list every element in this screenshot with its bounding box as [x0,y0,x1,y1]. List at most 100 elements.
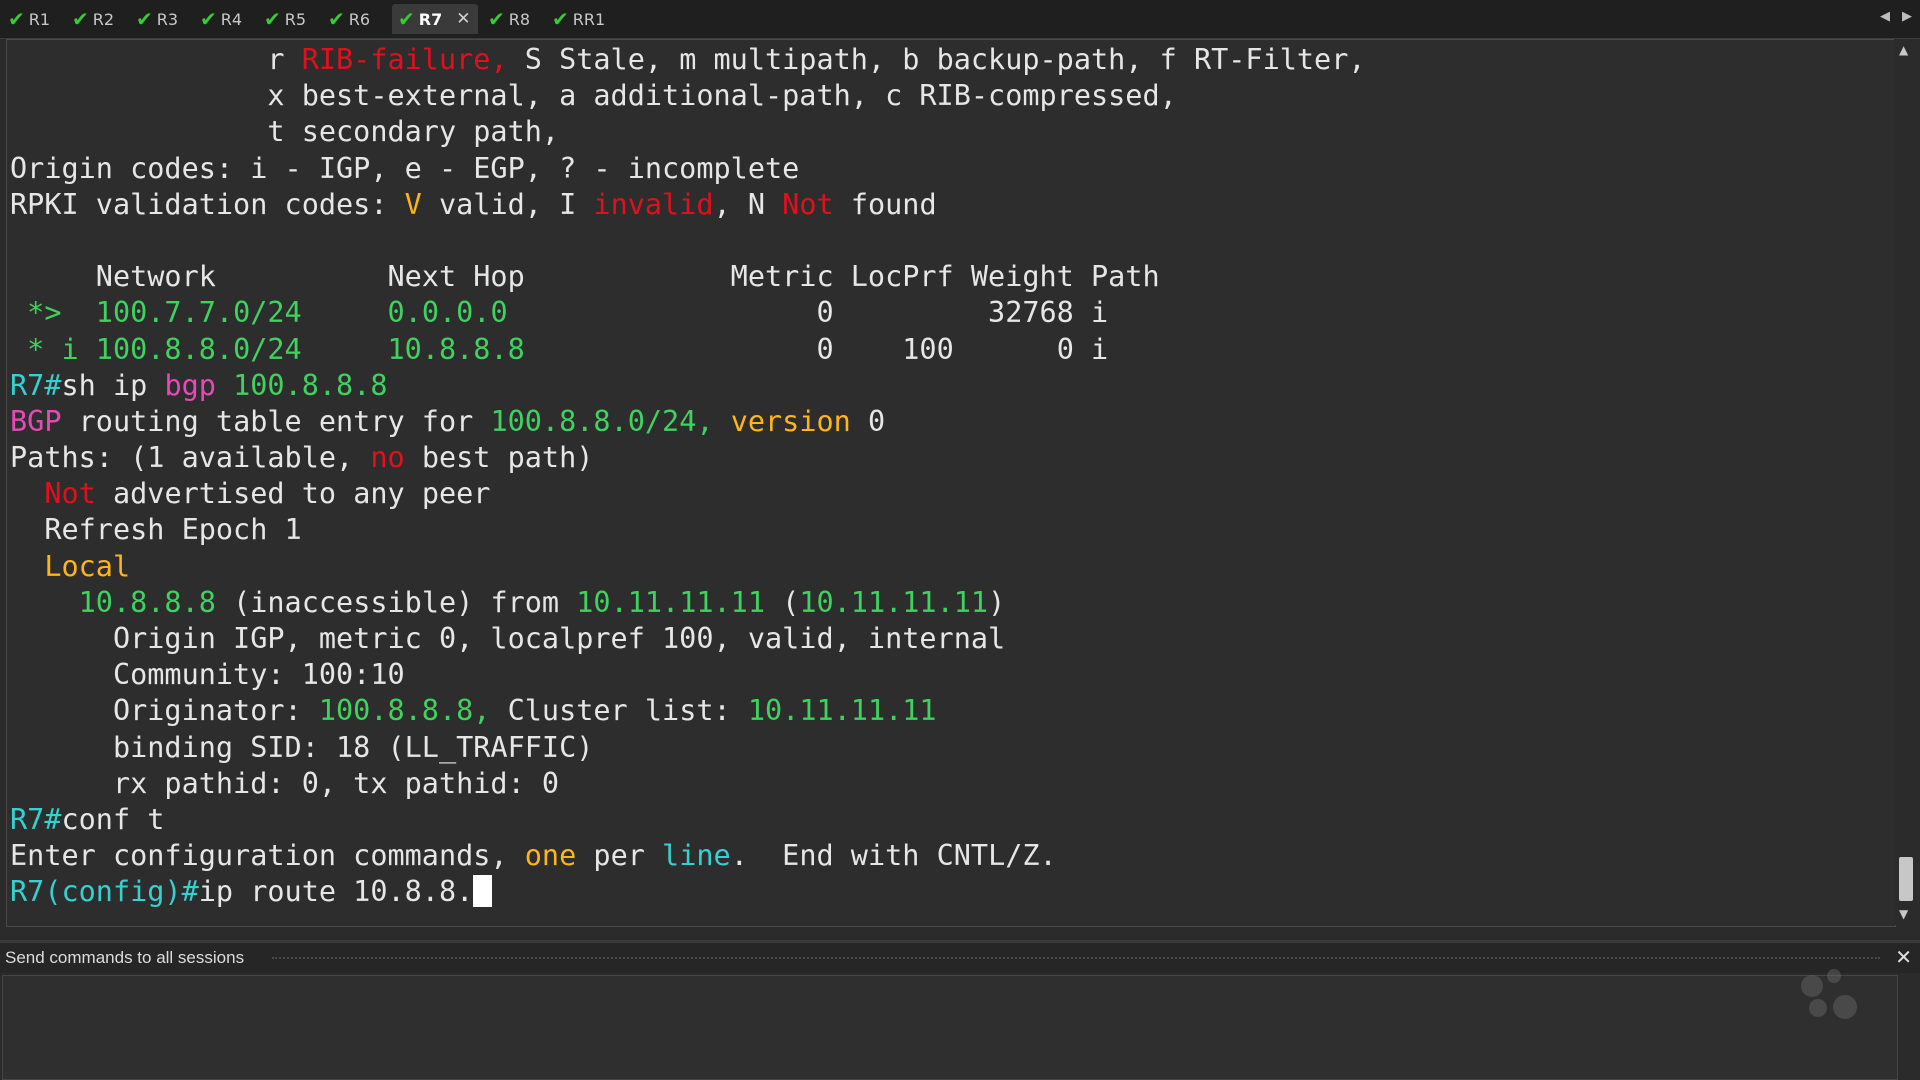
tab-r7[interactable]: ✔ R7 ✕ [392,4,479,34]
terminal-line: rx pathid: 0, tx pathid: 0 [10,766,1366,802]
scroll-down-icon[interactable]: ▼ [1899,907,1908,921]
tab-label: R4 [220,9,243,29]
tab-r2[interactable]: ✔ R2 [72,4,114,34]
terminal-segment: t secondary path, [10,115,560,149]
terminal-line: RPKI validation codes: V valid, I invali… [10,187,1366,223]
terminal-line: Origin IGP, metric 0, localpref 100, val… [10,621,1366,657]
tab-r8[interactable]: ✔ R8 [488,4,530,34]
terminal-text: r RIB-failure, S Stale, m multipath, b b… [10,42,1366,911]
send-commands-input[interactable] [2,975,1898,1080]
terminal-segment: * i [10,332,96,366]
terminal-scrollbar[interactable]: ▲ ▼ [1894,39,1918,925]
watermark-logo [1795,965,1865,1025]
terminal-line: Refresh Epoch 1 [10,512,1366,548]
terminal-segment: 10.11.11.11 [799,585,989,619]
send-commands-title: Send commands to all sessions [5,948,245,967]
terminal-segment [302,333,388,366]
terminal-line: * i 100.8.8.0/24 10.8.8.8 0 100 0 i [10,332,1366,368]
tab-label: R5 [284,9,307,29]
panel-grip[interactable] [272,957,1880,959]
terminal-segment: RIB-failure, [301,43,508,76]
terminal-segment: R7# [10,368,62,402]
terminal-segment: V [404,187,422,221]
terminal-line: r RIB-failure, S Stale, m multipath, b b… [10,42,1365,78]
terminal-segment: Paths: (1 available, [10,441,371,475]
terminal-segment [10,586,79,619]
terminal-segment: , N [713,187,783,221]
terminal-segment: no [370,441,405,475]
terminal-segment: 0.0.0.0 [387,296,508,330]
tab-r3[interactable]: ✔ R3 [136,4,178,34]
terminal-segment: 100.7.7.0/24 [95,296,302,330]
tab-r4[interactable]: ✔ R4 [200,4,242,34]
terminal-line: BGP routing table entry for 100.8.8.0/24… [10,404,1366,440]
scrollbar-thumb[interactable] [1899,857,1913,901]
terminal-segment: ) [988,585,1006,619]
tab-scroll-right-icon[interactable]: ▶ [1902,9,1912,24]
terminal-segment: version [730,404,851,438]
terminal-segment: advertised to any peer [95,477,491,511]
terminal-segment: Local [44,549,131,583]
terminal-segment: per [576,839,663,873]
terminal-segment [216,369,233,402]
check-icon: ✔ [264,7,281,31]
close-icon[interactable]: ✕ [456,9,470,29]
terminal-segment: 100.8.8.8 [233,368,388,402]
terminal-segment: 10.8.8.8 [387,332,525,366]
tab-label: RR1 [572,9,606,29]
terminal-segment [302,296,388,329]
text-cursor [473,875,493,908]
terminal-segment: best path) [404,441,594,475]
close-icon[interactable]: ✕ [1895,945,1912,969]
terminal-segment: valid, I [421,187,594,221]
tab-scroll-left-icon[interactable]: ◀ [1880,9,1890,24]
terminal-segment: Enter configuration commands, [10,839,525,873]
tab-r5[interactable]: ✔ R5 [264,4,306,34]
terminal-line: Originator: 100.8.8.8, Cluster list: 10.… [10,693,1366,729]
terminal-segment: . End with CNTL/Z. [730,839,1057,873]
terminal-segment: Cluster list: [490,694,748,728]
terminal-segment: line [662,839,731,873]
terminal-segment: ip route 10.8.8. [198,875,474,909]
check-icon: ✔ [398,7,415,31]
terminal-line: Paths: (1 available, no best path) [10,440,1366,476]
terminal-segment: 10.11.11.11 [747,694,937,728]
terminal-segment: routing table entry for [61,404,491,438]
terminal-segment: Origin IGP, metric 0, localpref 100, val… [10,622,1006,655]
terminal-output[interactable]: r RIB-failure, S Stale, m multipath, b b… [6,39,1896,927]
scroll-up-icon[interactable]: ▲ [1899,43,1908,57]
terminal-segment: ( [765,585,800,619]
terminal-line: Network Next Hop Metric LocPrf Weight Pa… [10,259,1366,295]
terminal-segment: 100.8.8.8, [318,694,491,728]
terminal-segment: R7# [10,802,62,836]
terminal-line: 10.8.8.8 (inaccessible) from 10.11.11.11… [10,585,1366,621]
terminal-segment: bgp [164,368,216,402]
terminal-segment: R7(config)# [10,875,199,909]
terminal-segment: rx pathid: 0, tx pathid: 0 [10,766,560,800]
tab-label: R8 [508,9,531,29]
check-icon: ✔ [552,7,569,31]
tab-label: R1 [28,9,51,29]
tab-rr1[interactable]: ✔ RR1 [552,4,605,34]
terminal-segment: 10.11.11.11 [576,585,765,619]
terminal-segment: Community: 100:10 [10,658,405,692]
tab-r6[interactable]: ✔ R6 [328,4,370,34]
tab-label: R3 [156,9,179,29]
terminal-segment: 100.8.8.0/24 [95,332,302,366]
terminal-line: x best-external, a additional-path, c RI… [10,78,1366,114]
terminal-segment: r [10,43,302,76]
terminal-segment: x best-external, a additional-path, c RI… [10,79,1177,113]
terminal-segment: BGP [10,404,62,438]
terminal-line: R7#sh ip bgp 100.8.8.8 [10,368,1366,404]
terminal-segment: Network Next Hop Metric LocPrf Weight Pa… [10,260,1160,294]
send-commands-header: Send commands to all sessions ✕ [0,940,1920,973]
tab-r1[interactable]: ✔ R1 [8,4,50,34]
terminal-segment: RPKI validation codes: [10,187,405,221]
terminal-line: Enter configuration commands, one per li… [10,838,1366,874]
check-icon: ✔ [200,7,217,31]
terminal-line: *> 100.7.7.0/24 0.0.0.0 0 32768 i [10,295,1366,331]
check-icon: ✔ [72,7,89,31]
terminal-segment: sh ip [61,368,165,402]
terminal-segment: 0 [850,404,886,438]
